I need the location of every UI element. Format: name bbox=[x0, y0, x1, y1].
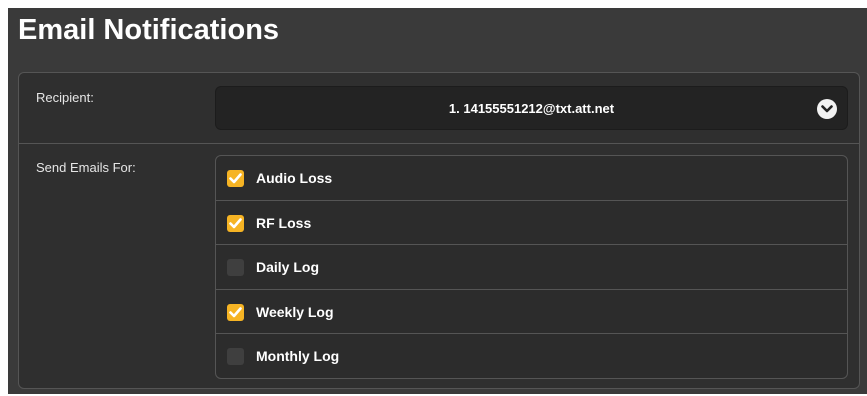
checkmark-icon bbox=[229, 306, 242, 318]
option-monthly-log[interactable]: Monthly Log bbox=[216, 334, 847, 378]
settings-card: Recipient: 1. 14155551212@txt.att.net Se… bbox=[18, 72, 860, 389]
option-label: Weekly Log bbox=[256, 303, 334, 320]
option-rf-loss[interactable]: RF Loss bbox=[216, 201, 847, 246]
option-label: Daily Log bbox=[256, 259, 320, 276]
checkbox-daily-log[interactable] bbox=[227, 259, 244, 277]
recipient-select[interactable]: 1. 14155551212@txt.att.net bbox=[215, 86, 848, 130]
email-notifications-panel: Email Notifications Recipient: 1. 141555… bbox=[8, 8, 867, 394]
row-divider bbox=[19, 143, 859, 144]
checkbox-monthly-log[interactable] bbox=[227, 348, 244, 366]
option-weekly-log[interactable]: Weekly Log bbox=[216, 290, 847, 335]
page-title: Email Notifications bbox=[18, 14, 280, 46]
send-emails-options: Audio Loss RF Loss Daily Log Weekly Log … bbox=[215, 155, 848, 379]
send-emails-label: Send Emails For: bbox=[36, 160, 136, 175]
checkmark-icon bbox=[229, 217, 242, 228]
option-label: RF Loss bbox=[256, 214, 312, 231]
checkmark-icon bbox=[229, 173, 242, 184]
chevron-down-icon[interactable] bbox=[817, 99, 837, 119]
checkbox-weekly-log[interactable] bbox=[227, 303, 244, 321]
option-label: Audio Loss bbox=[256, 170, 333, 186]
checkbox-rf-loss[interactable] bbox=[227, 214, 244, 232]
option-daily-log[interactable]: Daily Log bbox=[216, 245, 847, 290]
recipient-label: Recipient: bbox=[36, 90, 94, 105]
option-label: Monthly Log bbox=[256, 348, 340, 365]
recipient-selected-value: 1. 14155551212@txt.att.net bbox=[448, 101, 615, 116]
option-audio-loss[interactable]: Audio Loss bbox=[216, 156, 847, 201]
checkbox-audio-loss[interactable] bbox=[227, 170, 244, 187]
